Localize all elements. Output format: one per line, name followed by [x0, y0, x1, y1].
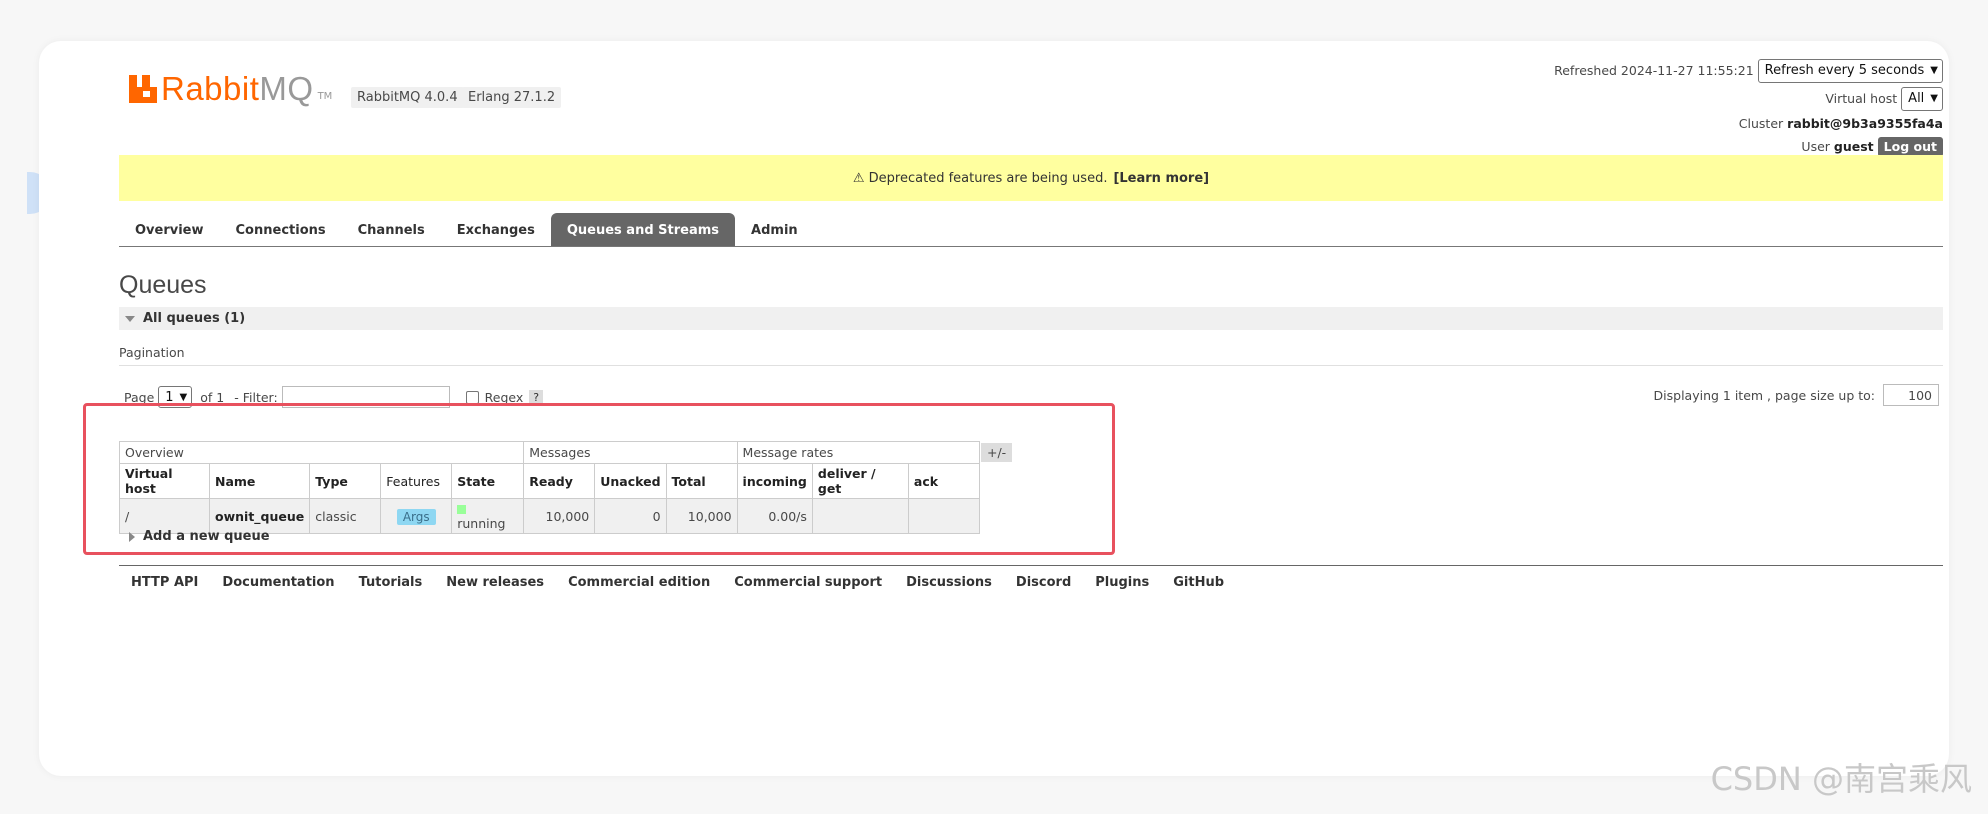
column-virtual-host[interactable]: Virtual host	[119, 463, 210, 499]
cell-total: 10,000	[665, 498, 738, 534]
args-badge[interactable]: Args	[396, 508, 436, 525]
chevron-down-icon: ▼	[179, 391, 188, 403]
column-toggle-button[interactable]: +/-	[981, 443, 1013, 462]
cell-type: classic	[309, 498, 382, 534]
expand-triangle-icon	[129, 531, 135, 542]
cell-unacked: 0	[594, 498, 667, 534]
rabbit-logo-icon	[129, 75, 157, 103]
all-queues-section-toggle[interactable]: All queues (1)	[119, 307, 1943, 330]
add-new-queue-toggle[interactable]: Add a new queue	[129, 529, 270, 544]
erlang-version-badge: Erlang 27.1.2	[462, 87, 562, 108]
group-header-message-rates: Message rates	[736, 441, 980, 464]
group-header-overview: Overview	[118, 441, 525, 464]
footer-divider	[119, 565, 1943, 566]
displaying-text: Displaying 1 item , page size up to:	[1653, 387, 1875, 403]
pagination-label: Pagination	[119, 345, 185, 360]
deprecation-banner: ⚠ Deprecated features are being used. [L…	[119, 155, 1943, 201]
tab-exchanges[interactable]: Exchanges	[441, 213, 551, 246]
logo-trademark: TM	[317, 90, 333, 102]
chevron-down-icon: ▼	[1930, 65, 1938, 76]
add-queue-label: Add a new queue	[143, 529, 270, 544]
refresh-interval-select[interactable]: Refresh every 5 seconds ▼	[1757, 59, 1943, 83]
cluster-name: rabbit@9b3a9355fa4a	[1787, 116, 1943, 131]
rabbitmq-logo[interactable]: RabbitMQ TM	[129, 69, 332, 109]
user-name: guest	[1833, 139, 1874, 154]
cell-ack	[907, 498, 980, 534]
column-total[interactable]: Total	[665, 463, 738, 499]
footer-link-documentation[interactable]: Documentation	[222, 575, 334, 590]
tab-admin[interactable]: Admin	[735, 213, 814, 246]
running-status-icon	[457, 505, 467, 514]
group-header-messages: Messages	[523, 441, 738, 464]
logout-button[interactable]: Log out	[1877, 137, 1943, 157]
cell-incoming: 0.00/s	[736, 498, 813, 534]
footer-link-new-releases[interactable]: New releases	[446, 575, 544, 590]
logo-text: RabbitMQ	[161, 70, 314, 107]
state-text: running	[457, 516, 506, 531]
cell-state: running	[451, 498, 525, 534]
column-incoming[interactable]: incoming	[736, 463, 813, 499]
collapse-triangle-icon	[125, 315, 135, 322]
column-ack[interactable]: ack	[907, 463, 980, 499]
column-unacked[interactable]: Unacked	[594, 463, 667, 499]
footer-links: HTTP API Documentation Tutorials New rel…	[131, 575, 1248, 590]
tab-queues-and-streams[interactable]: Queues and Streams	[550, 213, 736, 246]
csdn-watermark: CSDN @南宫乘风	[1710, 760, 1972, 798]
tab-overview[interactable]: Overview	[119, 213, 220, 246]
queues-table: Overview Messages Message rates Virtual …	[118, 441, 980, 534]
footer-link-commercial-edition[interactable]: Commercial edition	[568, 575, 710, 590]
footer-link-commercial-support[interactable]: Commercial support	[734, 575, 882, 590]
rabbitmq-console: RabbitMQ TM RabbitMQ 4.0.4 Erlang 27.1.2…	[83, 41, 1943, 776]
refreshed-timestamp: Refreshed 2024-11-27 11:55:21	[1554, 63, 1754, 78]
column-state[interactable]: State	[451, 463, 525, 499]
footer-link-discord[interactable]: Discord	[1016, 575, 1071, 590]
chevron-down-icon: ▼	[1930, 93, 1938, 104]
displaying-info: Displaying 1 item , page size up to: 100	[1654, 384, 1939, 406]
footer-link-github[interactable]: GitHub	[1173, 575, 1224, 590]
learn-more-link[interactable]: [Learn more]	[1113, 171, 1209, 186]
footer-link-tutorials[interactable]: Tutorials	[359, 575, 423, 590]
footer-link-http-api[interactable]: HTTP API	[131, 575, 198, 590]
page-title: Queues	[119, 271, 207, 299]
user-label: User	[1801, 139, 1830, 154]
main-nav-tabs: Overview Connections Channels Exchanges …	[119, 213, 1943, 247]
footer-link-plugins[interactable]: Plugins	[1095, 575, 1149, 590]
tab-channels[interactable]: Channels	[342, 213, 441, 246]
column-ready[interactable]: Ready	[523, 463, 596, 499]
cell-deliver-get	[811, 498, 909, 534]
cell-features: Args	[380, 498, 453, 534]
cluster-label: Cluster	[1738, 116, 1784, 131]
vhost-select[interactable]: All ▼	[1901, 87, 1943, 111]
regex-checkbox[interactable]	[465, 390, 479, 404]
column-deliver-get[interactable]: deliver / get	[811, 463, 909, 499]
browser-page: RabbitMQ TM RabbitMQ 4.0.4 Erlang 27.1.2…	[39, 41, 1949, 776]
section-title: All queues (1)	[143, 311, 246, 326]
banner-text: ⚠ Deprecated features are being used.	[852, 170, 1108, 186]
column-features[interactable]: Features	[380, 463, 453, 499]
pagination-divider	[119, 365, 1943, 366]
footer-link-discussions[interactable]: Discussions	[906, 575, 992, 590]
page-size-input[interactable]: 100	[1883, 384, 1939, 406]
column-type[interactable]: Type	[309, 463, 382, 499]
vhost-label: Virtual host	[1825, 91, 1898, 106]
tab-connections[interactable]: Connections	[220, 213, 342, 246]
column-name[interactable]: Name	[208, 463, 311, 499]
rabbitmq-version-badge: RabbitMQ 4.0.4	[351, 87, 464, 108]
header-status: Refreshed 2024-11-27 11:55:21 Refresh ev…	[1554, 59, 1943, 161]
cell-ready: 10,000	[523, 498, 596, 534]
